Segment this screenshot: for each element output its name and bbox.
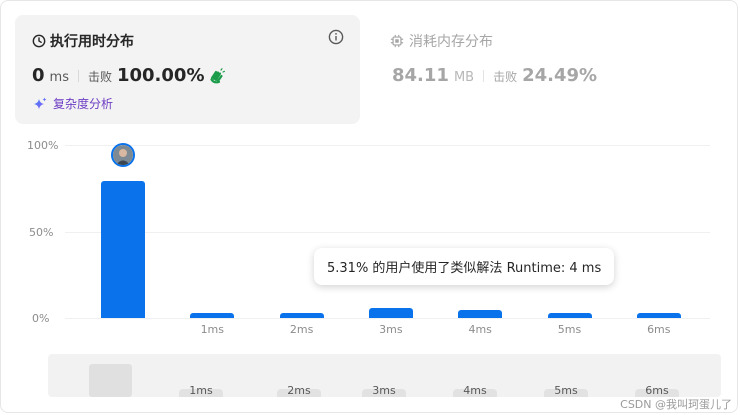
- y-tick-label: 50%: [29, 226, 54, 239]
- runtime-beat-label: 击败: [87, 70, 112, 84]
- y-tick-label: 100%: [27, 139, 59, 152]
- runtime-distribution-chart: 100% 50% 0% 1ms 2ms 3ms 4ms 5ms 6ms: [0, 130, 740, 345]
- x-tick-label: 1ms: [200, 323, 225, 336]
- avatar-icon: [113, 145, 133, 166]
- runtime-card[interactable]: 执行用时分布 0 ms 击败 100.00% 复杂度分析: [15, 15, 360, 124]
- runtime-title-text: 执行用时分布: [50, 34, 134, 50]
- bar-1ms[interactable]: [190, 312, 235, 318]
- slider-tick-label: 2ms: [287, 384, 311, 397]
- runtime-beat-percent: 100.00%: [116, 65, 205, 86]
- range-slider-handle[interactable]: [89, 364, 132, 397]
- memory-stat: 84.11 MB 击败 24.49%: [392, 65, 597, 86]
- memory-title-text: 消耗内存分布: [409, 34, 493, 50]
- clock-icon: [32, 34, 46, 48]
- x-tick-label: 3ms: [379, 323, 403, 336]
- bar-4ms[interactable]: [458, 310, 503, 318]
- gridline: [65, 232, 710, 233]
- x-tick-label: 6ms: [647, 323, 671, 336]
- clap-hands-icon: [210, 67, 226, 83]
- bar-tooltip: 5.31% 的用户使用了类似解法 Runtime: 4 ms: [314, 248, 615, 285]
- runtime-value: 0: [32, 65, 45, 86]
- complexity-analysis-link[interactable]: 复杂度分析: [32, 95, 113, 112]
- y-tick-label: 0%: [32, 312, 50, 325]
- x-tick-label: 4ms: [468, 323, 492, 336]
- memory-beat-label: 击败: [493, 70, 518, 84]
- slider-tick-label: 1ms: [189, 384, 213, 397]
- slider-tick-label: 5ms: [554, 384, 578, 397]
- runtime-unit: ms: [49, 70, 69, 85]
- x-tick-label: 2ms: [289, 323, 314, 336]
- memory-beat-percent: 24.49%: [522, 65, 598, 86]
- memory-value: 84.11: [392, 65, 449, 86]
- slider-tick-label: 3ms: [372, 384, 396, 397]
- memory-unit: MB: [453, 70, 475, 85]
- memory-tab[interactable]: 消耗内存分布: [390, 31, 493, 51]
- chip-icon: [390, 34, 404, 48]
- complexity-link-text: 复杂度分析: [53, 97, 114, 111]
- runtime-stat: 0 ms 击败 100.00%: [32, 65, 226, 86]
- runtime-title: 执行用时分布: [32, 31, 134, 51]
- bar-0ms[interactable]: [101, 181, 145, 318]
- info-icon[interactable]: [328, 29, 344, 45]
- gridline: [65, 145, 710, 146]
- bar-6ms[interactable]: [636, 312, 681, 318]
- divider: [77, 69, 79, 82]
- divider: [483, 69, 485, 82]
- gridline: [65, 318, 710, 319]
- sparkle-icon: [34, 97, 47, 109]
- bar-2ms[interactable]: [279, 312, 324, 318]
- watermark: CSDN @我叫珂蛋儿了: [620, 398, 732, 411]
- user-avatar-marker[interactable]: [111, 143, 135, 168]
- bar-5ms[interactable]: [547, 312, 592, 318]
- slider-tick-label: 4ms: [463, 384, 487, 397]
- bar-3ms[interactable]: [368, 307, 413, 318]
- x-tick-label: 5ms: [557, 323, 582, 336]
